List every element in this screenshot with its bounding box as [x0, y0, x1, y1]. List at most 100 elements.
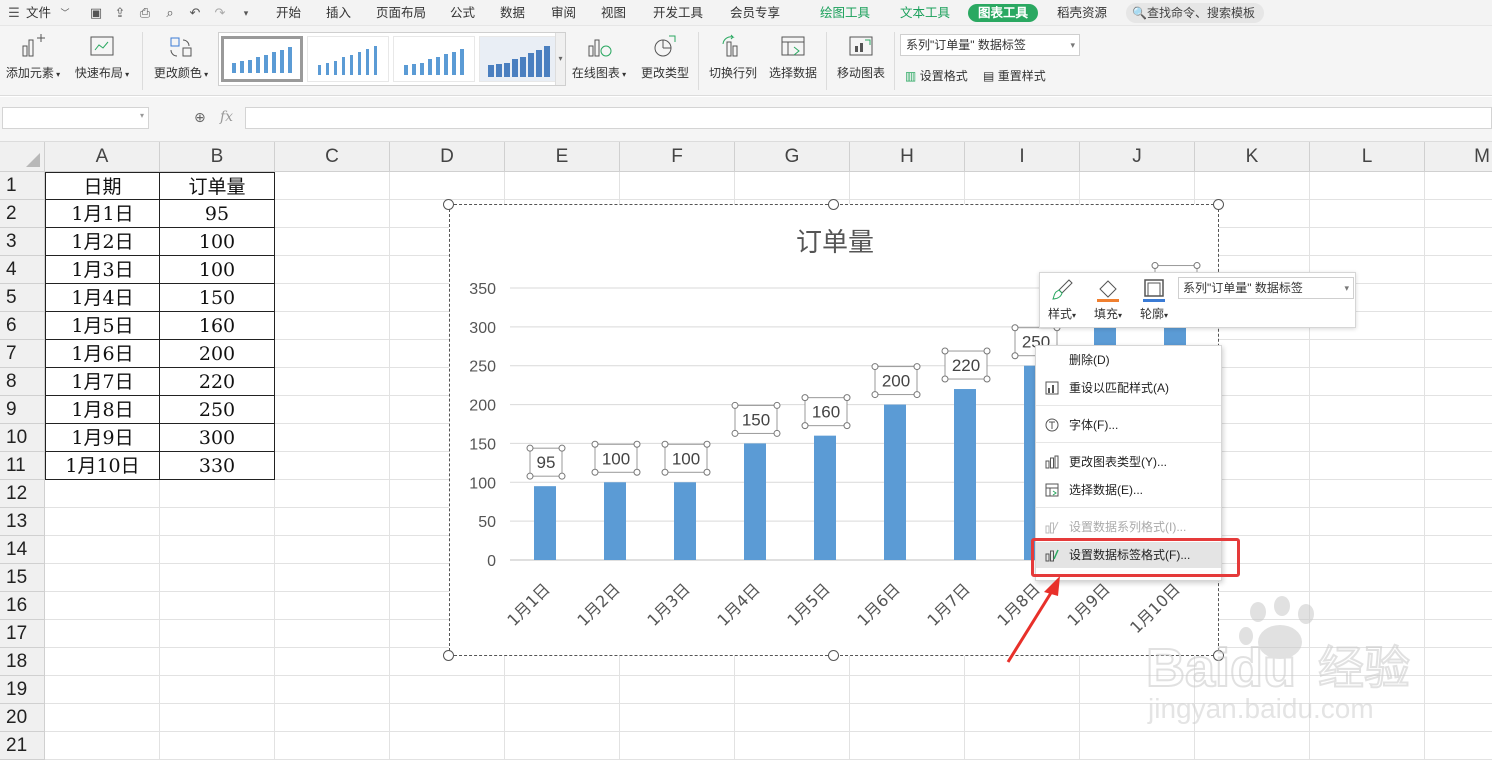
table-cell[interactable]: 1月8日 — [45, 396, 160, 424]
name-box[interactable]: ▾ — [2, 107, 149, 129]
grid-cell[interactable] — [45, 704, 160, 732]
grid-cell[interactable] — [45, 620, 160, 648]
gallery-scroll-button[interactable]: ▾ — [555, 33, 565, 85]
column-header-j[interactable]: J — [1080, 142, 1195, 172]
undo-icon[interactable]: ↶ — [187, 5, 203, 21]
grid-cell[interactable] — [850, 172, 965, 200]
grid-cell[interactable] — [275, 508, 390, 536]
grid-cell[interactable] — [735, 704, 850, 732]
label-handle[interactable] — [1193, 262, 1201, 270]
label-handle[interactable] — [661, 440, 669, 448]
row-header[interactable]: 14 — [0, 536, 45, 564]
row-header[interactable]: 18 — [0, 648, 45, 676]
grid-cell[interactable] — [1425, 256, 1492, 284]
grid-cell[interactable] — [1425, 508, 1492, 536]
table-cell[interactable]: 1月7日 — [45, 368, 160, 396]
grid-cell[interactable] — [275, 256, 390, 284]
grid-cell[interactable] — [275, 424, 390, 452]
label-handle[interactable] — [731, 429, 739, 437]
online-chart-button[interactable]: 在线图表 ▾ — [568, 34, 630, 81]
grid-cell[interactable] — [1310, 452, 1425, 480]
table-cell[interactable]: 150 — [160, 284, 275, 312]
row-header[interactable]: 5 — [0, 284, 45, 312]
grid-cell[interactable] — [275, 396, 390, 424]
label-handle[interactable] — [801, 394, 809, 402]
row-header[interactable]: 3 — [0, 228, 45, 256]
label-handle[interactable] — [526, 472, 534, 480]
column-header-c[interactable]: C — [275, 142, 390, 172]
grid-cell[interactable] — [620, 172, 735, 200]
table-cell[interactable]: 100 — [160, 256, 275, 284]
grid-cell[interactable] — [45, 648, 160, 676]
data-label[interactable]: 200 — [882, 372, 910, 391]
table-cell[interactable]: 160 — [160, 312, 275, 340]
change-color-button[interactable]: 更改颜色 ▾ — [150, 34, 212, 81]
grid-cell[interactable] — [965, 172, 1080, 200]
grid-cell[interactable] — [160, 592, 275, 620]
label-handle[interactable] — [843, 394, 851, 402]
grid-cell[interactable] — [1425, 368, 1492, 396]
grid-cell[interactable] — [1425, 228, 1492, 256]
label-handle[interactable] — [941, 375, 949, 383]
label-handle[interactable] — [633, 468, 641, 476]
move-chart-button[interactable]: 移动图表 — [833, 34, 889, 81]
grid-cell[interactable] — [505, 704, 620, 732]
grid-cell[interactable] — [160, 648, 275, 676]
label-handle[interactable] — [661, 468, 669, 476]
grid-cell[interactable] — [160, 536, 275, 564]
grid-cell[interactable] — [160, 480, 275, 508]
row-header[interactable]: 17 — [0, 620, 45, 648]
bar[interactable] — [814, 435, 836, 560]
tab-data[interactable]: 数据 — [500, 4, 525, 22]
column-header-l[interactable]: L — [1310, 142, 1425, 172]
label-handle[interactable] — [871, 363, 879, 371]
label-handle[interactable] — [773, 401, 781, 409]
table-cell[interactable]: 200 — [160, 340, 275, 368]
customize-icon[interactable]: ▾ — [238, 5, 254, 21]
grid-cell[interactable] — [1425, 536, 1492, 564]
grid-cell[interactable] — [275, 676, 390, 704]
data-label[interactable]: 100 — [672, 449, 700, 468]
grid-cell[interactable] — [620, 676, 735, 704]
label-handle[interactable] — [843, 422, 851, 430]
row-header[interactable]: 13 — [0, 508, 45, 536]
table-cell[interactable]: 250 — [160, 396, 275, 424]
grid-cell[interactable] — [1425, 396, 1492, 424]
grid-cell[interactable] — [1425, 312, 1492, 340]
quick-layout-button[interactable]: 快速布局 ▾ — [72, 34, 132, 81]
grid-cell[interactable] — [965, 704, 1080, 732]
grid-cell[interactable] — [1425, 564, 1492, 592]
hamburger-icon[interactable]: ☰ — [6, 5, 22, 21]
grid-cell[interactable] — [45, 508, 160, 536]
grid-cell[interactable] — [1310, 228, 1425, 256]
grid-cell[interactable] — [850, 676, 965, 704]
set-format-button[interactable]: ▥ 设置格式 — [905, 67, 968, 84]
grid-cell[interactable] — [45, 592, 160, 620]
table-cell[interactable]: 100 — [160, 228, 275, 256]
grid-cell[interactable] — [160, 704, 275, 732]
label-handle[interactable] — [1011, 352, 1019, 360]
column-header-g[interactable]: G — [735, 142, 850, 172]
table-cell[interactable]: 1月4日 — [45, 284, 160, 312]
grid-cell[interactable] — [505, 172, 620, 200]
column-header-d[interactable]: D — [390, 142, 505, 172]
save-icon[interactable]: ▣ — [88, 5, 104, 21]
grid-cell[interactable] — [45, 480, 160, 508]
data-label[interactable]: 150 — [742, 410, 770, 429]
label-handle[interactable] — [703, 440, 711, 448]
grid-cell[interactable] — [275, 536, 390, 564]
label-handle[interactable] — [941, 347, 949, 355]
chart-element-select[interactable]: 系列"订单量" 数据标签 ▾ — [900, 34, 1080, 56]
label-handle[interactable] — [1011, 324, 1019, 332]
grid-cell[interactable] — [275, 480, 390, 508]
print-preview-icon[interactable]: ⌕ — [162, 5, 178, 21]
menu-item-change-chart-type[interactable]: 更改图表类型(Y)... — [1036, 449, 1221, 475]
tab-view[interactable]: 视图 — [601, 4, 626, 22]
data-label[interactable]: 100 — [602, 449, 630, 468]
row-header[interactable]: 15 — [0, 564, 45, 592]
grid-cell[interactable] — [1195, 172, 1310, 200]
menu-item-reset-style[interactable]: 重设以匹配样式(A) — [1036, 375, 1221, 401]
table-cell[interactable]: 1月1日 — [45, 200, 160, 228]
row-header[interactable]: 20 — [0, 704, 45, 732]
grid-cell[interactable] — [1310, 172, 1425, 200]
